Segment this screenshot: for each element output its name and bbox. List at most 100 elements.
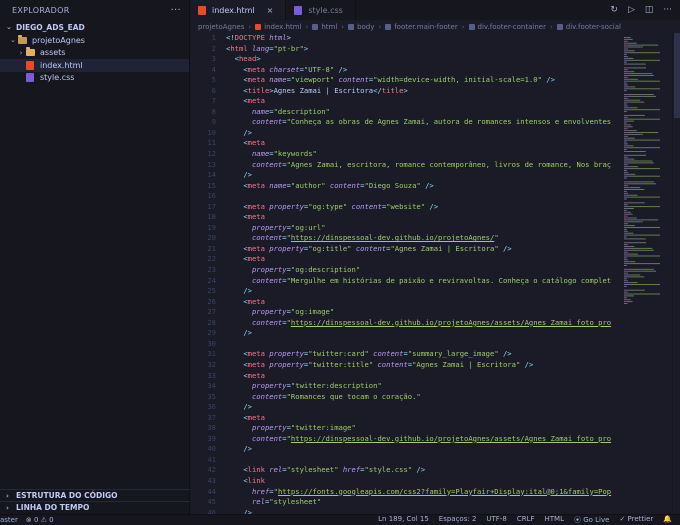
tree-folder-projetoagnes[interactable]: ⌄ projetoAgnes [0,34,189,47]
minimap-token [624,37,629,38]
code-line[interactable]: 43 <link [190,476,620,487]
breadcrumb-item[interactable]: html [321,23,337,31]
outline-section[interactable]: › ESTRUTURA DO CÓDIGO [0,489,190,501]
more-actions-icon[interactable]: ··· [171,5,181,16]
minimap-token [642,94,653,95]
code-line[interactable]: 40 /> [190,444,620,455]
code-line[interactable]: 15 <meta name="author" content="Diego So… [190,181,620,192]
code-line[interactable]: 36 /> [190,402,620,413]
tree-file-index-html[interactable]: index.html [0,59,189,72]
code-line[interactable]: 9 content="Conheça as obras de Agnes Zam… [190,117,620,128]
history-icon[interactable]: ↻ [610,5,618,15]
code-line[interactable]: 29 /> [190,328,620,339]
code-line[interactable]: 25 /> [190,286,620,297]
code-line[interactable]: 13 content="Agnes Zamai, escritora, roma… [190,160,620,171]
code-line[interactable]: 45 rel="stylesheet" [190,497,620,508]
code-text: <link rel="stylesheet" href="style.css" … [243,465,426,475]
code-line[interactable]: 20 content="https://dinspessoal-dev.gith… [190,233,620,244]
code-line[interactable]: 18 <meta [190,212,620,223]
breadcrumb-item[interactable]: body [357,23,374,31]
code-line[interactable]: 7 <meta [190,96,620,107]
breadcrumb-item[interactable]: index.html [264,23,301,31]
code-line[interactable]: 2 <html lang="pt-br"> [190,44,620,55]
minimap-token [628,202,630,204]
code-line[interactable]: 14 /> [190,170,620,181]
code-line[interactable]: 28 content="https://dinspessoal-dev.gith… [190,318,620,329]
tab-index-html[interactable]: index.html × [190,0,287,20]
minimap-token [628,37,631,38]
code-text: /> [243,127,252,137]
breadcrumb-item[interactable]: footer.main-footer [394,23,458,31]
tree-folder-assets[interactable]: › assets [0,47,189,60]
code-text: /> [243,444,252,454]
code-line[interactable]: 17 <meta property="og:type" content="web… [190,202,620,213]
code-line[interactable]: 22 <meta [190,254,620,265]
code-line[interactable]: 4 <meta charset="UTF-8" /> [190,65,620,76]
go-live-button[interactable]: ⦿ Go Live [574,515,609,525]
code-line[interactable]: 31 <meta property="twitter:card" content… [190,349,620,360]
code-line[interactable]: 39 content="https://dinspessoal-dev.gith… [190,434,620,445]
breadcrumb-item[interactable]: projetoAgnes [198,23,244,31]
code-line[interactable]: 11 <meta [190,138,620,149]
code-line[interactable]: 27 property="og:image" [190,307,620,318]
code-line[interactable]: 42 <link rel="stylesheet" href="style.cs… [190,465,620,476]
code-line[interactable]: 35 content="Romances que tocam o coração… [190,392,620,403]
code-line[interactable]: 5 <meta name="viewport" content="width=d… [190,75,620,86]
line-number: 35 [207,391,216,401]
code-line[interactable]: 34 property="twitter:description" [190,381,620,392]
branch-status[interactable]: aster [0,516,18,524]
cursor-position[interactable]: Ln 189, Col 15 [378,515,429,525]
indentation-status[interactable]: Espaços: 2 [439,515,477,525]
code-text: <!DOCTYPE html> [226,33,291,42]
prettier-status[interactable]: ✓ Prettier [619,515,653,525]
code-line[interactable]: 3 <head> [190,54,620,65]
split-editor-icon[interactable]: ◫ [645,5,654,15]
minimap-token [624,291,626,293]
minimap-token [624,73,627,75]
tree-file-style-css[interactable]: style.css [0,72,189,85]
code-editor[interactable]: 1 <!DOCTYPE html> 2 <html lang="pt-br"> 3 <h… [190,33,620,514]
code-line[interactable]: 1 <!DOCTYPE html> [190,33,620,44]
breadcrumb-item[interactable]: div.footer-container [478,23,546,31]
code-line[interactable]: 41 [190,455,620,466]
code-line[interactable]: 10 /> [190,128,620,139]
minimap-token [630,109,660,111]
code-line[interactable]: 16 [190,191,620,202]
scrollbar-thumb[interactable] [674,33,680,118]
vertical-scrollbar[interactable] [672,33,680,514]
code-line[interactable]: 12 name="keywords" [190,149,620,160]
minimap-token [626,76,629,78]
problems-status[interactable]: ⊗ 0 ⚠ 0 [26,516,54,524]
code-line[interactable]: 33 <meta [190,371,620,382]
code-line[interactable]: 21 <meta property="og:title" content="Ag… [190,244,620,255]
minimap-token [625,303,628,304]
code-line[interactable]: 23 property="og:description" [190,265,620,276]
bell-icon[interactable]: 🔔 [663,515,672,525]
workspace-root[interactable]: ⌄ DIEGO_ADS_EAD [0,20,189,34]
minimap-token [628,154,633,156]
minimap-token [632,42,636,44]
code-line[interactable]: 26 <meta [190,297,620,308]
tab-style-css[interactable]: style.css [286,0,356,20]
minimap-token [630,196,660,198]
eol-status[interactable]: CRLF [517,515,535,525]
code-line[interactable]: 19 property="og:url" [190,223,620,234]
code-line[interactable]: 44 href="https://fonts.googleapis.com/cs… [190,487,620,498]
code-line[interactable]: 30 [190,339,620,350]
minimap-token [624,170,626,171]
code-line[interactable]: 37 <meta [190,413,620,424]
minimap[interactable] [620,33,672,514]
code-line[interactable]: 6 <title>Agnes Zamai | Escritora</title> [190,86,620,97]
encoding-status[interactable]: UTF-8 [486,515,506,525]
code-line[interactable]: 38 property="twitter:image" [190,423,620,434]
code-line[interactable]: 32 <meta property="twitter:title" conten… [190,360,620,371]
close-icon[interactable]: × [267,6,274,15]
more-actions-icon[interactable]: ··· [663,5,672,15]
timeline-section[interactable]: › LINHA DO TEMPO [0,501,190,513]
code-line[interactable]: 24 content="Mergulhe em histórias de pai… [190,276,620,287]
run-icon[interactable]: ▷ [628,5,635,15]
code-line[interactable]: 8 name="description" [190,107,620,118]
language-mode[interactable]: HTML [545,515,564,525]
minimap-token [638,289,644,291]
breadcrumb-item[interactable]: div.footer-social [566,23,621,31]
